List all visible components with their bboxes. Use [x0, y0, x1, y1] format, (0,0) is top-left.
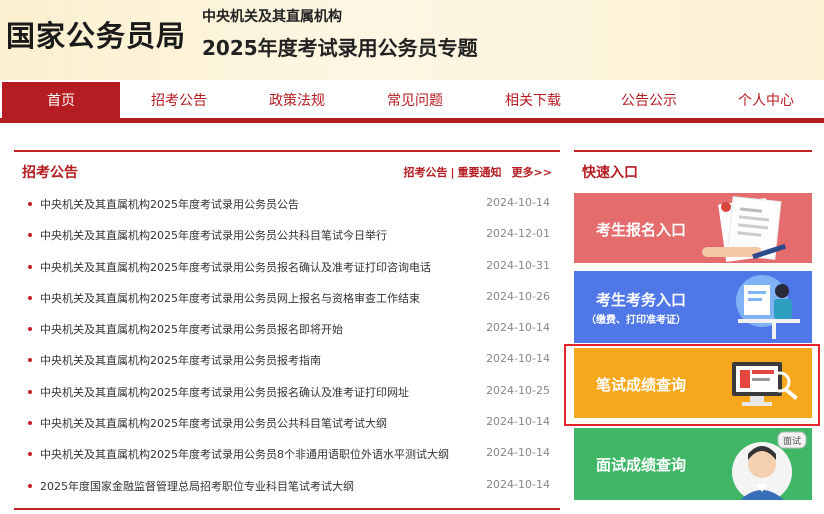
- news-title[interactable]: 中央机关及其直属机构2025年度考试录用公务员公共科目笔试今日举行: [40, 227, 387, 243]
- form-sign-icon: [702, 196, 787, 263]
- written-score-query-label: 笔试成绩查询: [596, 376, 687, 394]
- news-date: 2024-10-14: [486, 321, 550, 335]
- news-title[interactable]: 中央机关及其直属机构2025年度考试录用公务员报名确认及准考证打印咨询电话: [40, 259, 431, 275]
- news-date: 2024-10-31: [486, 258, 550, 272]
- news-date: 2024-10-14: [486, 196, 550, 209]
- nav-item-downloads[interactable]: 相关下载: [474, 82, 592, 118]
- registration-entry-button[interactable]: 考生报名入口: [574, 193, 812, 263]
- interview-score-query-label: 面试成绩查询: [596, 456, 687, 474]
- announcements-title: 招考公告: [22, 165, 78, 181]
- nav-item-notices[interactable]: 公告公示: [590, 82, 708, 118]
- news-title[interactable]: 中央机关及其直属机构2025年度考试录用公务员8个非通用语职位外语水平测试大纲: [40, 446, 449, 462]
- news-title[interactable]: 中央机关及其直属机构2025年度考试录用公务员公告: [40, 196, 299, 212]
- news-date: 2024-10-14: [486, 477, 550, 491]
- news-title[interactable]: 中央机关及其直属机构2025年度考试录用公务员网上报名与资格审查工作结束: [40, 290, 420, 306]
- tab-important-notices-link[interactable]: 重要通知: [458, 166, 502, 179]
- written-score-query-button[interactable]: 笔试成绩查询: [574, 348, 812, 418]
- news-date: 2024-10-14: [486, 415, 550, 429]
- nav-item-user-center[interactable]: 个人中心: [707, 82, 824, 118]
- nav-item-faq[interactable]: 常见问题: [356, 82, 474, 118]
- exam-affairs-entry-label: 考生考务入口: [596, 291, 687, 309]
- monitor-magnifier-icon: [732, 362, 798, 406]
- bullet-icon: [28, 264, 32, 269]
- nav-item-policies[interactable]: 政策法规: [238, 82, 356, 118]
- panel-tab-links: 招考公告 | 重要通知 更多>>: [404, 164, 552, 180]
- news-title[interactable]: 中央机关及其直属机构2025年度考试录用公务员报考指南: [40, 352, 321, 368]
- news-date: 2024-10-25: [486, 383, 550, 397]
- main-nav: 首页 招考公告 政策法规 常见问题 相关下载 公告公示 个人中心: [0, 82, 824, 123]
- site-header: 国家公务员局 中央机关及其直属机构 2025年度考试录用公务员专题: [0, 0, 824, 80]
- bullet-icon: [28, 202, 32, 206]
- news-date: 2024-12-01: [486, 227, 550, 241]
- news-item[interactable]: 中央机关及其直属机构2025年度考试录用公务员报考指南 2024-10-14: [14, 344, 560, 375]
- news-item[interactable]: 中央机关及其直属机构2025年度考试录用公务员公告 2024-10-14: [14, 188, 560, 219]
- news-item[interactable]: 中央机关及其直属机构2025年度考试录用公务员报名即将开始 2024-10-14: [14, 313, 560, 344]
- news-date: 2024-10-14: [486, 446, 550, 460]
- exam-affairs-entry-button[interactable]: 考生考务入口 （缴费、打印准考证）: [574, 271, 812, 343]
- news-title[interactable]: 中央机关及其直属机构2025年度考试录用公务员公共科目笔试考试大纲: [40, 415, 387, 431]
- site-logo-text[interactable]: 国家公务员局: [6, 13, 186, 55]
- nav-item-home[interactable]: 首页: [2, 82, 120, 118]
- news-item[interactable]: 中央机关及其直属机构2025年度考试录用公务员报名确认及准考证打印咨询电话 202…: [14, 251, 560, 282]
- quick-entry-panel: 快速入口 考生报名入口 考生考务入口 （缴费、打印准考证） 笔试成绩查询 面试成…: [574, 150, 812, 502]
- tab-announcements-link[interactable]: 招考公告: [404, 166, 448, 179]
- bullet-icon: [28, 389, 32, 394]
- student-computer-icon: [736, 275, 800, 339]
- bullet-icon: [28, 358, 32, 363]
- news-item[interactable]: 中央机关及其直属机构2025年度考试录用公务员网上报名与资格审查工作结束 2024…: [14, 282, 560, 313]
- registration-entry-label: 考生报名入口: [596, 221, 687, 239]
- bullet-icon: [28, 421, 32, 426]
- interview-person-icon: 面试: [732, 431, 807, 500]
- bullet-icon: [28, 327, 32, 332]
- announcements-panel: 招考公告 招考公告 | 重要通知 更多>> 中央机关及其直属机构2025年度考试录用公…: [14, 150, 560, 502]
- news-title[interactable]: 2025年度国家金融监督管理总局招考职位专业科目笔试考试大纲: [40, 478, 354, 494]
- bullet-icon: [28, 233, 32, 238]
- more-link[interactable]: 更多>>: [512, 166, 552, 179]
- interview-bubble-text: 面试: [783, 435, 801, 447]
- panel-bottom-rule: [14, 508, 560, 510]
- news-item[interactable]: 中央机关及其直属机构2025年度考试录用公务员报名确认及准考证打印网址 2024-…: [14, 376, 560, 407]
- news-item[interactable]: 2025年度国家金融监督管理总局招考职位专业科目笔试考试大纲 2024-10-14: [14, 470, 560, 501]
- tab-separator: |: [450, 166, 455, 179]
- bullet-icon: [28, 483, 32, 488]
- news-item[interactable]: 中央机关及其直属机构2025年度考试录用公务员8个非通用语职位外语水平测试大纲 2…: [14, 438, 560, 469]
- nav-item-announcements[interactable]: 招考公告: [120, 82, 238, 118]
- news-date: 2024-10-26: [486, 289, 550, 303]
- header-subtitle: 中央机关及其直属机构: [202, 9, 342, 25]
- header-title: 2025年度考试录用公务员专题: [202, 36, 478, 60]
- bullet-icon: [28, 295, 32, 300]
- bullet-icon: [28, 452, 32, 457]
- news-date: 2024-10-14: [486, 352, 550, 366]
- news-list: 中央机关及其直属机构2025年度考试录用公务员公告 2024-10-14 中央机关…: [14, 188, 560, 501]
- quick-entry-title: 快速入口: [582, 165, 638, 181]
- news-title[interactable]: 中央机关及其直属机构2025年度考试录用公务员报名即将开始: [40, 321, 343, 337]
- news-title[interactable]: 中央机关及其直属机构2025年度考试录用公务员报名确认及准考证打印网址: [40, 384, 409, 400]
- news-item[interactable]: 中央机关及其直属机构2025年度考试录用公务员公共科目笔试今日举行 2024-12…: [14, 219, 560, 250]
- news-item[interactable]: 中央机关及其直属机构2025年度考试录用公务员公共科目笔试考试大纲 2024-10…: [14, 407, 560, 438]
- interview-score-query-button[interactable]: 面试成绩查询 面试: [574, 428, 812, 500]
- exam-affairs-entry-sublabel: （缴费、打印准考证）: [586, 315, 686, 326]
